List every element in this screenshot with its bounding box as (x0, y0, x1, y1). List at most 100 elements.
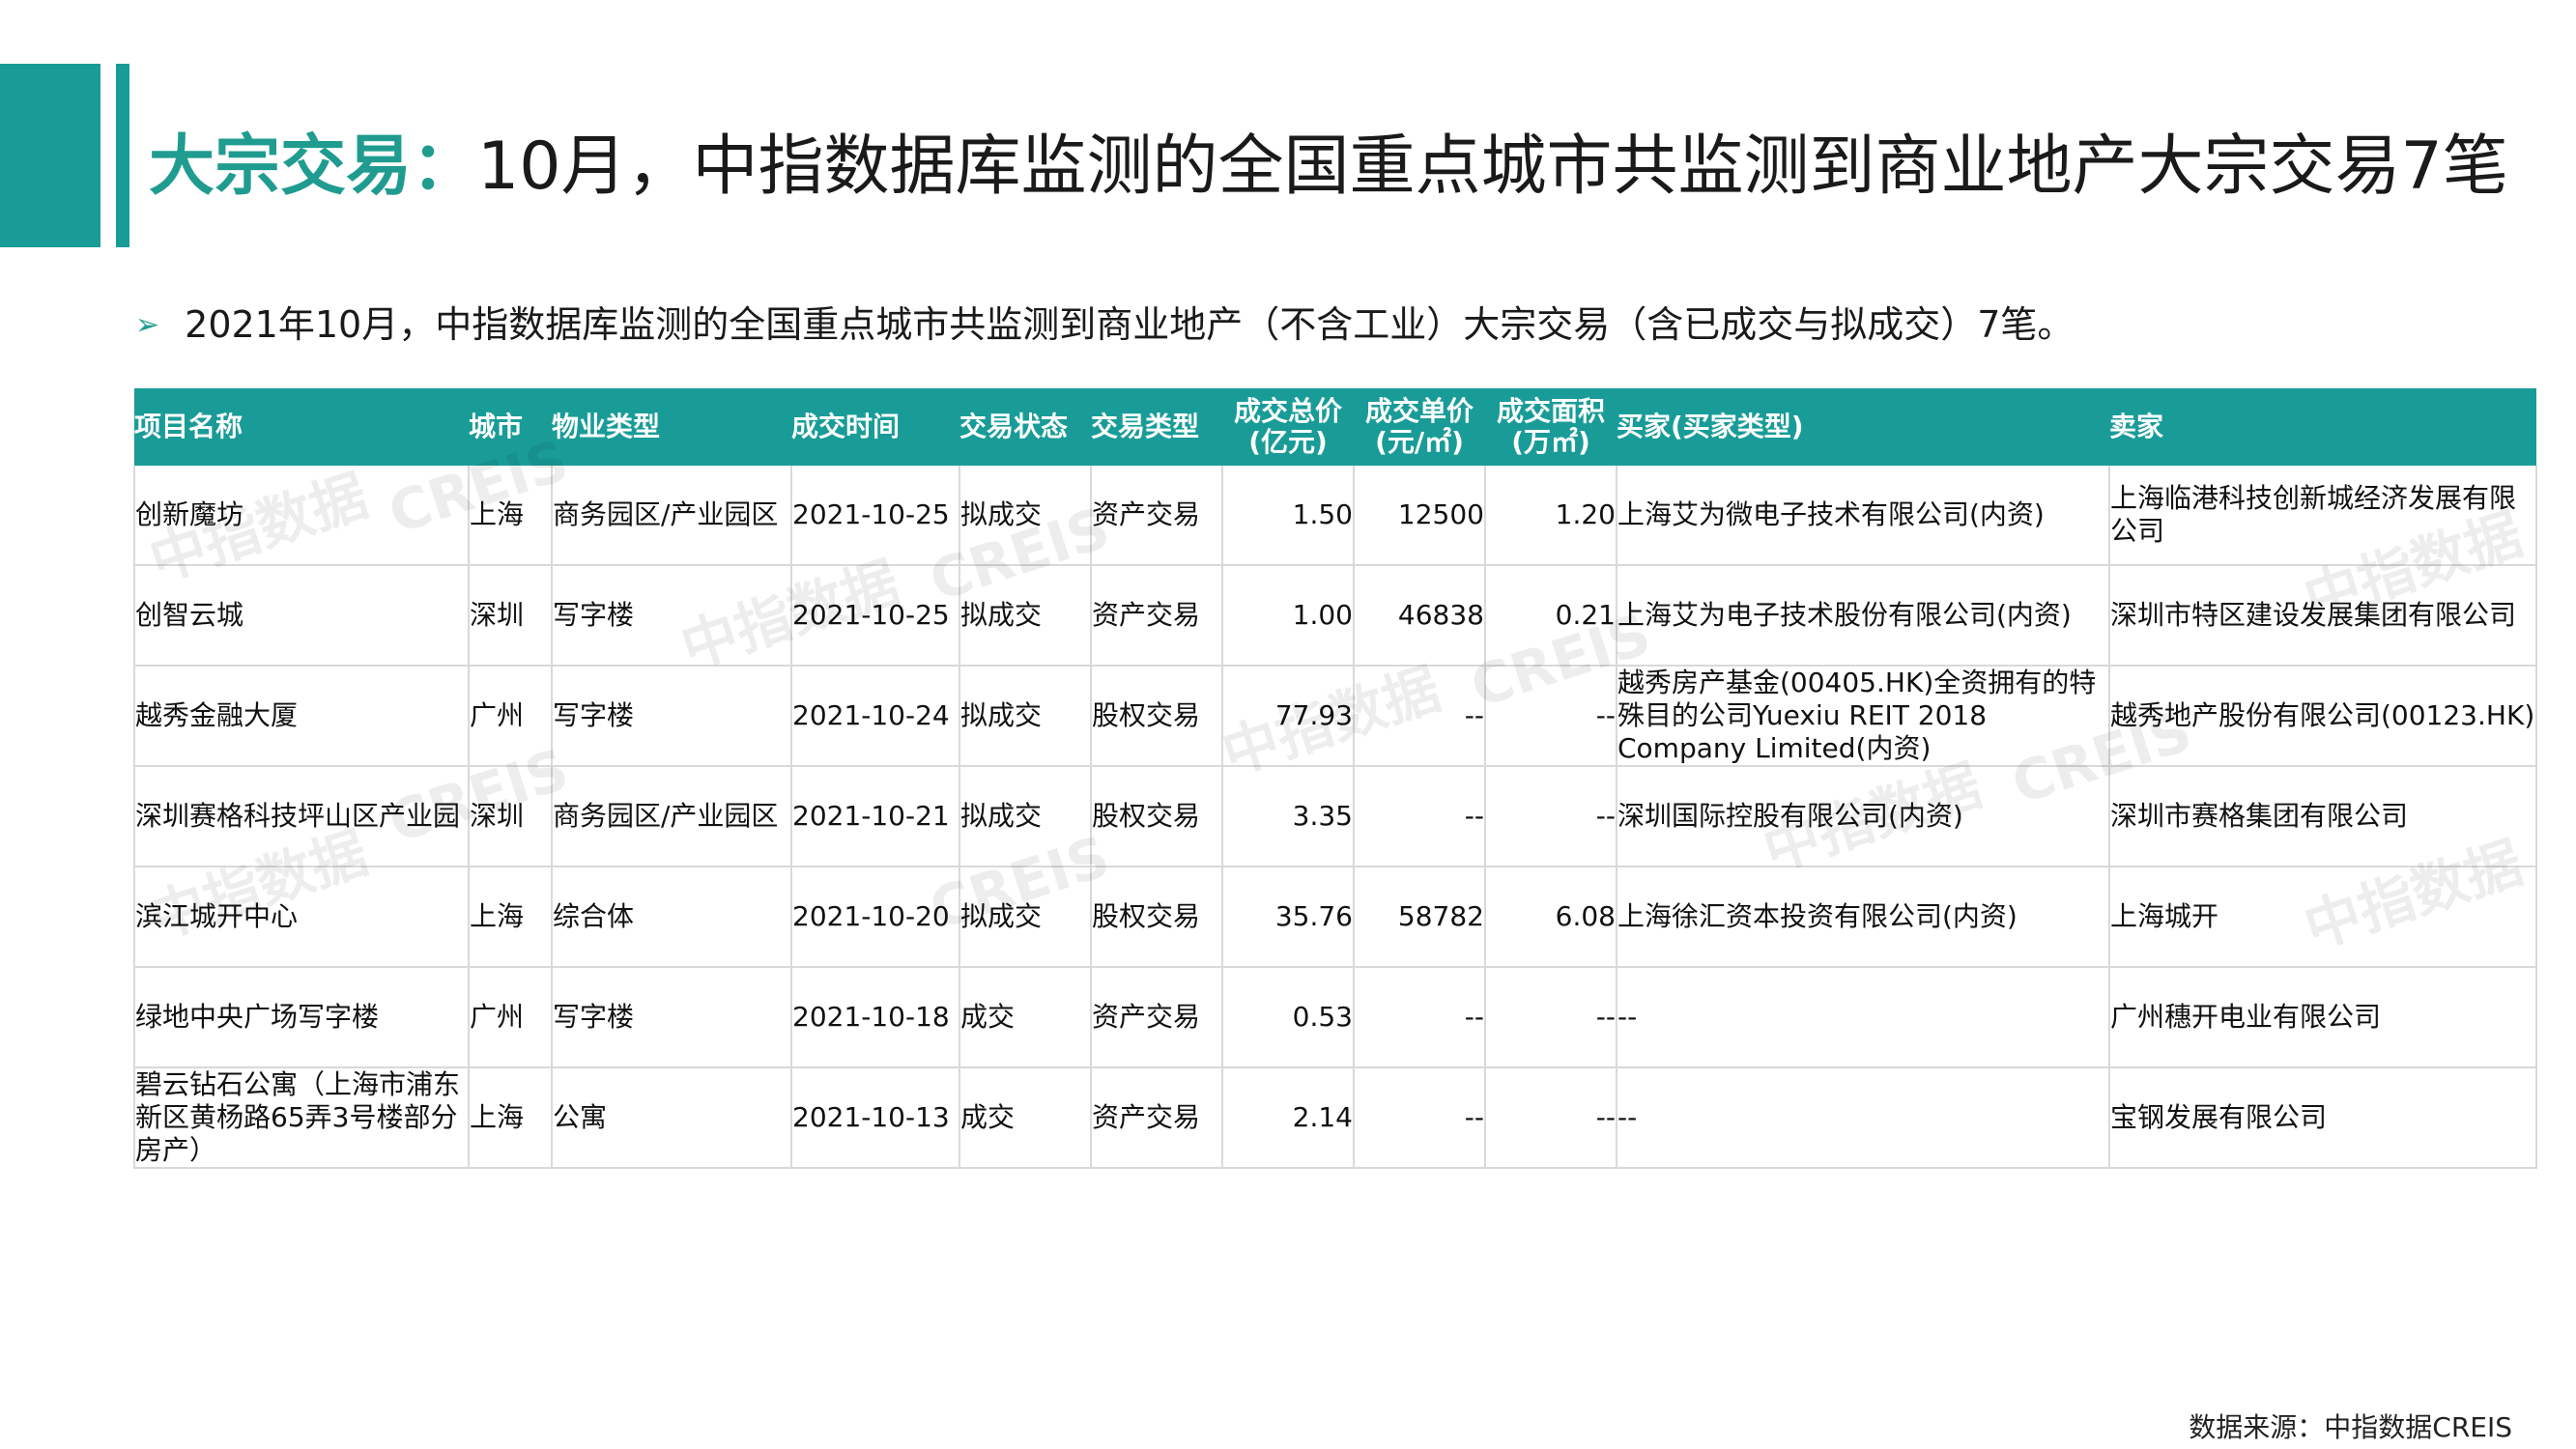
column-header-label: 物业类型 (552, 411, 661, 442)
table-cell: 资产交易 (1091, 967, 1223, 1068)
table-cell: 写字楼 (552, 666, 792, 767)
table-cell: 拟成交 (959, 666, 1092, 767)
column-header-label: 买家(买家类型) (1617, 411, 1804, 442)
table-row: 创新魔坊 上海 商务园区/产业园区 2021-10-25 拟成交 资产交易 1.50 1250… (133, 466, 2537, 566)
table-cell: 2021-10-13 (791, 1067, 960, 1169)
table-cell: 越秀地产股份有限公司(00123.HK) (2109, 666, 2537, 767)
table-cell: 35.76 (1222, 867, 1355, 968)
table-cell: 深圳市赛格集团有限公司 (2109, 766, 2537, 867)
column-header-unit: (元/㎡) (1375, 426, 1464, 458)
table-cell: 1.00 (1222, 565, 1355, 667)
column-header: 成交面积 (万㎡) (1485, 388, 1617, 466)
table-cell: 广州 (469, 666, 553, 767)
table-cell: 77.93 (1222, 666, 1355, 767)
table-cell: 12500 (1354, 466, 1486, 566)
column-header: 卖家 (2109, 388, 2536, 466)
table-row: 创智云城 深圳 写字楼 2021-10-25 拟成交 资产交易 1.00 46838 0.21 上… (133, 565, 2537, 667)
table-cell: 2021-10-18 (791, 967, 960, 1068)
table-cell: 上海艾为微电子技术有限公司(内资) (1617, 466, 2110, 566)
table-cell: 深圳国际控股有限公司(内资) (1617, 766, 2110, 867)
table-cell: 碧云钻石公寓（上海市浦东新区黄杨路65弄3号楼部分房产） (133, 1067, 470, 1169)
column-header: 交易类型 (1091, 388, 1222, 466)
table-row: 碧云钻石公寓（上海市浦东新区黄杨路65弄3号楼部分房产） 上海 公寓 2021-10-… (133, 1067, 2537, 1169)
column-header: 成交时间 (791, 388, 959, 466)
table-cell: 58782 (1354, 867, 1486, 968)
table-cell: 越秀金融大厦 (133, 666, 470, 767)
column-header-label: 交易类型 (1091, 411, 1200, 442)
column-header: 买家(买家类型) (1617, 388, 2109, 466)
table-cell: 综合体 (552, 867, 792, 968)
table-cell: 深圳 (469, 766, 553, 867)
table-cell: 商务园区/产业园区 (552, 466, 792, 566)
table-cell: 深圳市特区建设发展集团有限公司 (2109, 565, 2537, 667)
table-cell: 46838 (1354, 565, 1486, 667)
table-cell: -- (1354, 666, 1486, 767)
table-cell: 资产交易 (1091, 1067, 1223, 1169)
table-cell: 上海 (469, 1067, 553, 1169)
table-cell: -- (1485, 1067, 1617, 1169)
table-cell: 滨江城开中心 (133, 867, 470, 968)
table-cell: -- (1354, 766, 1486, 867)
table-cell: 上海 (469, 867, 553, 968)
table-cell: 越秀房产基金(00405.HK)全资拥有的特殊目的公司Yuexiu REIT 2… (1617, 666, 2110, 767)
table-cell: 上海徐汇资本投资有限公司(内资) (1617, 867, 2110, 968)
table-cell: 创新魔坊 (133, 466, 470, 566)
table-cell: 拟成交 (959, 466, 1092, 566)
table-row: 滨江城开中心 上海 综合体 2021-10-20 拟成交 股权交易 35.76 58782 6.… (133, 867, 2537, 968)
summary-text: 2021年10月，中指数据库监测的全国重点城市共监测到商业地产（不含工业）大宗交… (185, 303, 2075, 346)
column-header: 交易状态 (959, 388, 1091, 466)
column-header-label: 成交总价 (1233, 395, 1342, 427)
table-cell: -- (1617, 967, 2110, 1068)
title-text: 10月，中指数据库监测的全国重点城市共监测到商业地产大宗交易7笔 (477, 128, 2508, 205)
table-cell: 0.21 (1485, 565, 1617, 667)
page-title: 大宗交易：10月，中指数据库监测的全国重点城市共监测到商业地产大宗交易7笔 (149, 114, 2508, 220)
title-decoration-block (0, 64, 100, 247)
table-cell: -- (1485, 766, 1617, 867)
column-header-label: 成交面积 (1496, 395, 1605, 427)
table-row: 绿地中央广场写字楼 广州 写字楼 2021-10-18 成交 资产交易 0.53 -- -- --… (133, 967, 2537, 1068)
table-cell: 公寓 (552, 1067, 792, 1169)
data-source: 数据来源：中指数据CREIS (2189, 1411, 2512, 1443)
table-cell: 成交 (959, 1067, 1092, 1169)
table-cell: 上海艾为电子技术股份有限公司(内资) (1617, 565, 2110, 667)
table-cell: 1.20 (1485, 466, 1617, 566)
column-header: 物业类型 (552, 388, 791, 466)
title-decoration-bar (116, 64, 129, 247)
deals-table: 项目名称 城市 物业类型 成交时间 交易状态 交易类型 成交总价 (亿元) 成交单价 (元/㎡) 成… (133, 388, 2537, 1169)
table-cell: 写字楼 (552, 967, 792, 1068)
table-cell: 6.08 (1485, 867, 1617, 968)
column-header-label: 成交单价 (1364, 395, 1474, 427)
title-accent: 大宗交易 (149, 128, 413, 205)
table-cell: -- (1354, 967, 1486, 1068)
table-cell: 广州 (469, 967, 553, 1068)
column-header-unit: (万㎡) (1511, 426, 1590, 458)
table-cell: 上海 (469, 466, 553, 566)
table-cell: -- (1485, 666, 1617, 767)
column-header: 项目名称 (134, 388, 469, 466)
table-cell: -- (1617, 1067, 2110, 1169)
table-cell: 写字楼 (552, 565, 792, 667)
column-header-unit: (亿元) (1248, 426, 1328, 458)
table-cell: 上海城开 (2109, 867, 2537, 968)
table-cell: 拟成交 (959, 565, 1092, 667)
table-cell: 2021-10-24 (791, 666, 960, 767)
table-row: 深圳赛格科技坪山区产业园 深圳 商务园区/产业园区 2021-10-21 拟成交 股权交易… (133, 766, 2537, 867)
column-header: 成交单价 (元/㎡) (1354, 388, 1485, 466)
column-header-label: 交易状态 (959, 411, 1069, 442)
table-cell: 2021-10-21 (791, 766, 960, 867)
table-cell: 资产交易 (1091, 466, 1223, 566)
column-header: 城市 (469, 388, 552, 466)
table-cell: 成交 (959, 967, 1092, 1068)
column-header: 成交总价 (亿元) (1222, 388, 1354, 466)
table-cell: 2021-10-20 (791, 867, 960, 968)
table-cell: 2.14 (1222, 1067, 1355, 1169)
table-header: 项目名称 城市 物业类型 成交时间 交易状态 交易类型 成交总价 (亿元) 成交单价 (元/㎡) 成… (134, 388, 2536, 466)
table-cell: 1.50 (1222, 466, 1355, 566)
table-cell: 股权交易 (1091, 867, 1223, 968)
table-cell: 2021-10-25 (791, 565, 960, 667)
table-cell: -- (1485, 967, 1617, 1068)
summary-bullet: ➢ 2021年10月，中指数据库监测的全国重点城市共监测到商业地产（不含工业）大宗… (135, 298, 2074, 352)
table-cell: 宝钢发展有限公司 (2109, 1067, 2537, 1169)
table-cell: 股权交易 (1091, 766, 1223, 867)
table-cell: 商务园区/产业园区 (552, 766, 792, 867)
